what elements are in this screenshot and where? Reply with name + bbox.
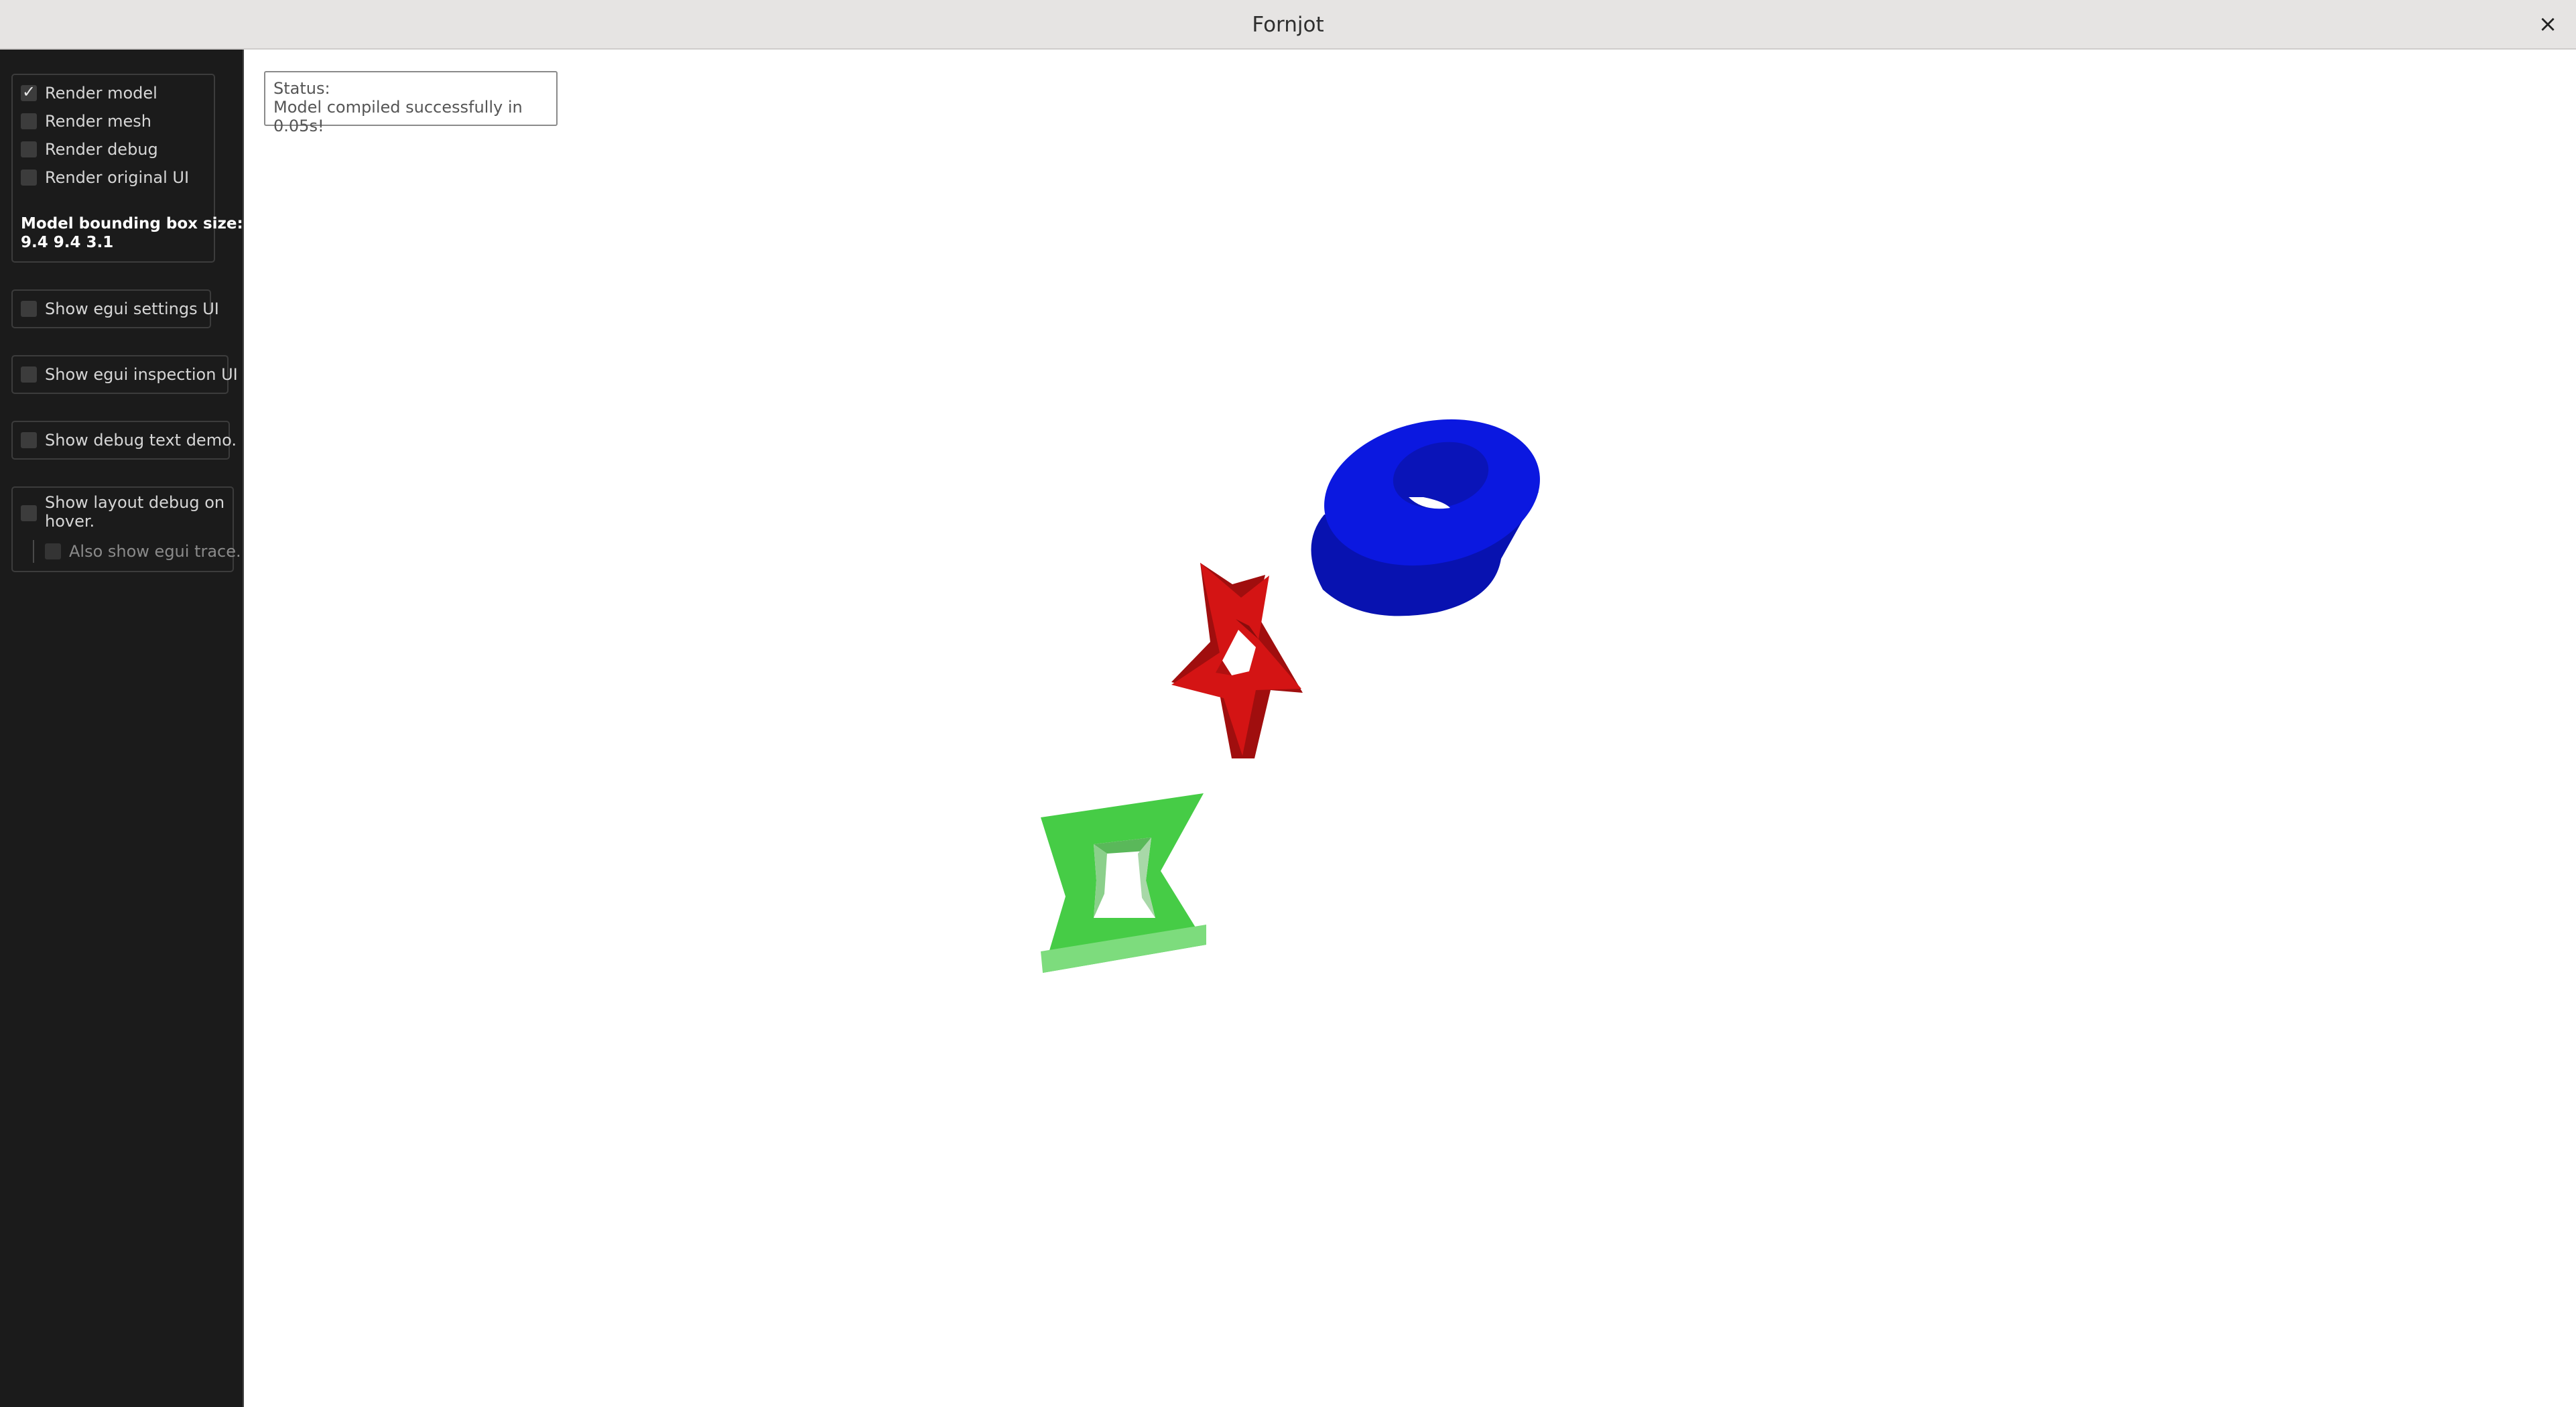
blue-ring-model <box>1311 419 1540 616</box>
bbox-value: 9.4 9.4 3.1 <box>21 234 114 251</box>
model-viewport[interactable] <box>244 50 2576 1407</box>
show-debug-text-demo-checkbox[interactable]: Show debug text demo. <box>21 429 237 452</box>
render-mesh-checkbox[interactable]: Render mesh <box>21 110 151 133</box>
also-show-egui-trace-label: Also show egui trace. <box>69 542 241 561</box>
close-icon[interactable]: × <box>2533 9 2563 39</box>
layout-debug-group: Show layout debug on hover. Also show eg… <box>11 486 241 572</box>
red-star-model <box>1171 563 1303 758</box>
debug-text-demo-group: Show debug text demo. <box>11 421 237 460</box>
checkbox-icon[interactable] <box>21 432 37 448</box>
title-bar: Fornjot × <box>0 0 2576 50</box>
checkbox-disabled-icon <box>45 543 61 559</box>
sidebar-panel: Render model Render mesh Render debug Re… <box>0 50 244 1407</box>
checkbox-icon[interactable] <box>21 170 37 186</box>
indent-guide <box>33 540 34 563</box>
model-scene <box>1041 419 1540 973</box>
show-layout-debug-line1: Show layout debug on <box>45 493 225 512</box>
show-egui-settings-label: Show egui settings UI <box>45 299 219 318</box>
checkbox-checked-icon[interactable] <box>21 82 37 101</box>
show-layout-debug-line2: hover. <box>45 512 95 531</box>
render-original-ui-label: Render original UI <box>45 168 190 187</box>
show-egui-settings-checkbox[interactable]: Show egui settings UI <box>21 297 219 320</box>
status-message: Model compiled successfully in 0.05s! <box>273 98 523 135</box>
status-box: Status: Model compiled successfully in 0… <box>264 71 558 135</box>
show-egui-inspection-checkbox[interactable]: Show egui inspection UI <box>21 363 238 386</box>
show-layout-debug-checkbox[interactable]: Show layout debug on hover. <box>21 493 229 533</box>
show-layout-debug-label: Show layout debug on hover. <box>45 493 224 531</box>
green-four-point-star-model <box>1041 793 1206 973</box>
checkbox-icon[interactable] <box>21 141 37 157</box>
egui-settings-group: Show egui settings UI <box>11 289 219 328</box>
render-model-checkbox[interactable]: Render model <box>21 82 157 105</box>
render-debug-label: Render debug <box>45 140 158 159</box>
checkbox-icon[interactable] <box>21 366 37 383</box>
render-debug-checkbox[interactable]: Render debug <box>21 138 158 161</box>
status-label: Status: <box>273 79 330 98</box>
show-debug-text-demo-label: Show debug text demo. <box>45 431 237 450</box>
render-model-label: Render model <box>45 84 157 103</box>
window-title: Fornjot <box>1252 13 1324 37</box>
render-mesh-label: Render mesh <box>45 112 151 131</box>
checkbox-icon[interactable] <box>21 505 37 521</box>
checkbox-icon[interactable] <box>21 301 37 317</box>
also-show-egui-trace-checkbox: Also show egui trace. <box>45 540 241 563</box>
egui-inspection-group: Show egui inspection UI <box>11 355 238 394</box>
render-options-group: Render model Render mesh Render debug Re… <box>11 74 243 263</box>
bbox-label: Model bounding box size: <box>21 215 243 232</box>
show-egui-inspection-label: Show egui inspection UI <box>45 365 238 384</box>
checkbox-icon[interactable] <box>21 113 37 129</box>
render-original-ui-checkbox[interactable]: Render original UI <box>21 166 189 189</box>
